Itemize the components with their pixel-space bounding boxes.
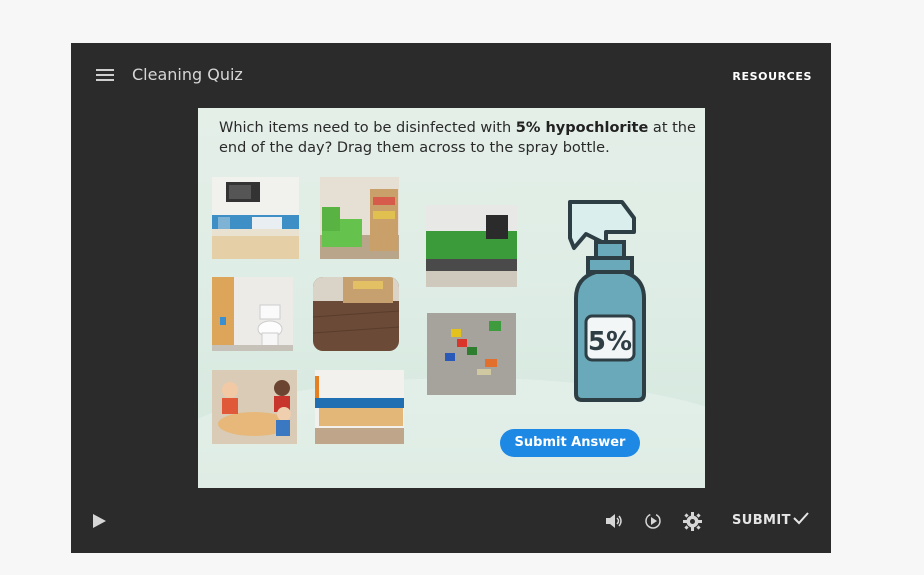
question-text: Which items need to be disinfected with … <box>219 120 696 156</box>
kitchen-microwave-icon <box>212 177 299 259</box>
drag-item-sofa[interactable] <box>320 177 399 259</box>
bottle-label: 5% <box>588 327 632 357</box>
wooden-floor-icon <box>313 277 399 351</box>
drag-item-floor[interactable] <box>313 277 399 351</box>
gear-icon[interactable] <box>683 512 702 531</box>
bottom-bar: SUBMIT <box>71 488 831 553</box>
drag-item-sink[interactable] <box>426 205 517 287</box>
toy-blocks-icon <box>427 313 516 395</box>
quiz-title: Cleaning Quiz <box>132 65 243 84</box>
replay-icon[interactable] <box>644 512 662 530</box>
drag-item-toys[interactable] <box>427 313 516 395</box>
play-icon[interactable] <box>91 513 107 529</box>
player-frame: Cleaning Quiz RESOURCES Which items need… <box>71 43 831 553</box>
top-bar: Cleaning Quiz RESOURCES <box>71 43 831 107</box>
submit-button[interactable]: SUBMIT <box>732 513 791 528</box>
checkmark-icon <box>793 512 809 525</box>
submit-answer-button[interactable]: Submit Answer <box>500 429 640 457</box>
children-eating-icon <box>212 370 297 444</box>
sofa-shelf-icon <box>320 177 399 259</box>
volume-icon[interactable] <box>604 512 622 530</box>
drag-item-children[interactable] <box>212 370 297 444</box>
quiz-slide: Which items need to be disinfected with … <box>198 108 705 488</box>
toilet-icon <box>212 277 293 351</box>
menu-icon[interactable] <box>96 69 114 81</box>
changing-table-icon <box>315 370 404 444</box>
drag-item-kitchen[interactable] <box>212 177 299 259</box>
spray-bottle-drop-target[interactable]: 5% <box>566 198 650 403</box>
drag-item-changing-table[interactable] <box>315 370 404 444</box>
resources-button[interactable]: RESOURCES <box>732 70 812 83</box>
sink-paper-towel-icon <box>426 205 517 287</box>
drag-item-toilet[interactable] <box>212 277 293 351</box>
